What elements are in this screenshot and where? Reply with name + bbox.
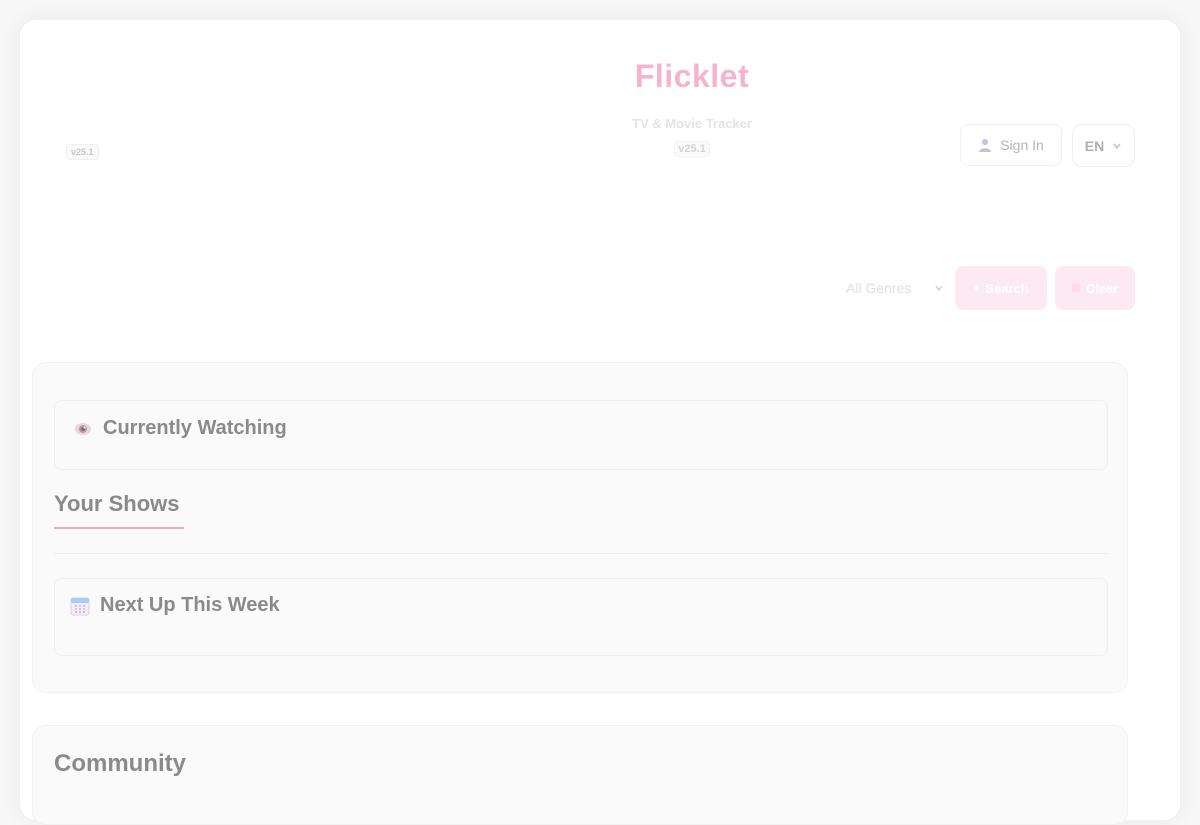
next-up-title: Next Up This Week — [100, 594, 280, 616]
section-divider — [54, 553, 1108, 554]
clear-button-label: Clear — [1085, 280, 1119, 296]
currently-watching-section[interactable]: Currently Watching — [54, 400, 1108, 470]
community-title: Community — [54, 750, 186, 777]
clear-button[interactable]: Clear — [1055, 266, 1135, 310]
next-up-heading: Next Up This Week — [70, 594, 280, 617]
eye-icon — [75, 422, 91, 435]
your-shows-underline — [54, 527, 184, 529]
clear-icon — [1071, 284, 1080, 292]
version-badge-left: v25.1 — [66, 144, 99, 160]
search-icon — [973, 285, 980, 291]
home-panel: Currently Watching Your Shows Next Up Th… — [32, 362, 1128, 693]
brand-header: Flicklet TV & Movie Tracker v25.1 — [580, 56, 804, 157]
chevron-down-icon — [935, 285, 943, 292]
currently-watching-heading: Currently Watching — [73, 417, 287, 440]
language-value: EN — [1084, 137, 1105, 154]
next-up-section[interactable]: Next Up This Week — [54, 578, 1108, 656]
user-icon — [979, 139, 992, 152]
community-panel: Community — [32, 725, 1128, 825]
sign-in-button[interactable]: Sign In — [960, 124, 1062, 166]
your-shows-title: Your Shows — [54, 491, 180, 516]
sign-in-label: Sign In — [1000, 137, 1044, 153]
genre-select-value: All Genres — [846, 280, 912, 296]
currently-watching-title: Currently Watching — [103, 417, 287, 439]
search-button-label: Search — [985, 280, 1029, 296]
brand-title: Flicklet — [634, 58, 750, 94]
chevron-down-icon — [1113, 143, 1121, 149]
genre-select[interactable]: All Genres — [846, 278, 944, 298]
calendar-icon — [70, 597, 90, 615]
language-select[interactable]: EN — [1072, 124, 1135, 167]
brand-subtitle: TV & Movie Tracker — [632, 116, 752, 131]
version-badge-center: v25.1 — [674, 141, 710, 157]
search-button[interactable]: Search — [955, 266, 1047, 310]
